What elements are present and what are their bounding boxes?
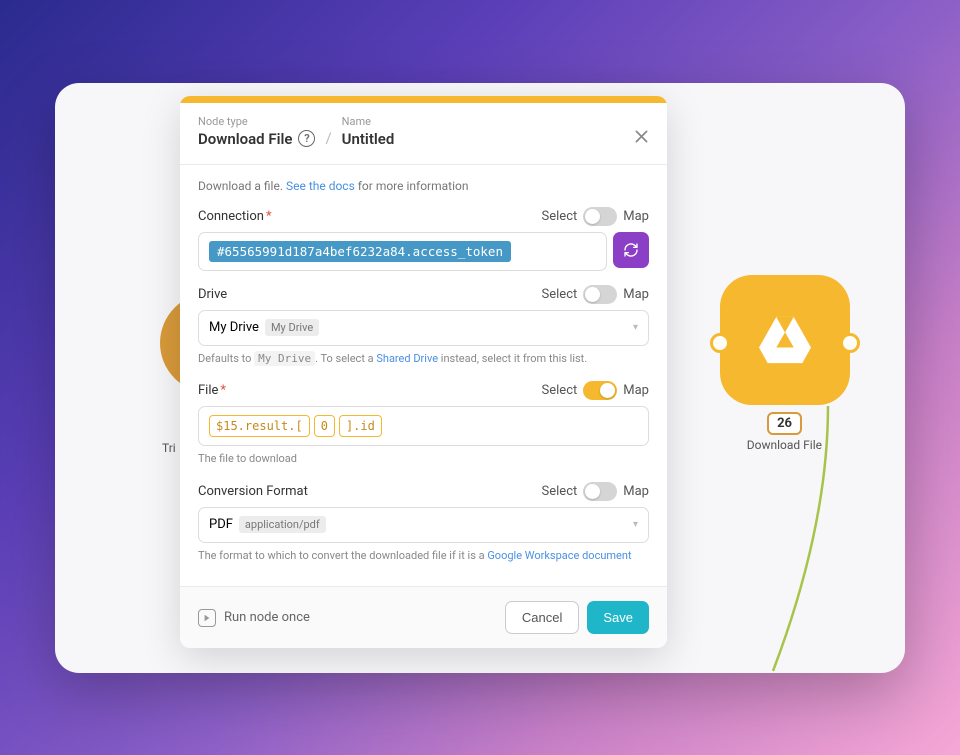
chevron-down-icon: ▾	[633, 519, 638, 530]
file-help: The file to download	[198, 451, 649, 468]
close-button[interactable]	[629, 125, 653, 149]
format-value: PDF	[209, 517, 233, 532]
dialog-body: Download a file. See the docs for more i…	[180, 165, 667, 587]
chevron-down-icon: ▾	[633, 322, 638, 333]
node-type-value: Download File	[198, 130, 292, 148]
format-map-label: Map	[623, 484, 649, 499]
google-drive-icon	[756, 314, 814, 366]
drive-toggle[interactable]	[583, 285, 617, 304]
refresh-connection-button[interactable]	[613, 232, 649, 268]
connection-label: Connection	[198, 209, 264, 224]
play-icon	[198, 609, 216, 627]
drive-value: My Drive	[209, 320, 259, 335]
file-label: File	[198, 383, 218, 398]
connection-field: Connection* Select Map #65565991d187a4be…	[198, 207, 649, 271]
breadcrumb-separator: /	[325, 129, 331, 147]
drive-field: Drive Select Map My Drive My Drive ▾ De	[198, 285, 649, 368]
node-name-value[interactable]: Untitled	[342, 130, 395, 148]
drive-select[interactable]: My Drive My Drive ▾	[198, 310, 649, 346]
drive-map-label: Map	[623, 287, 649, 302]
file-token-2[interactable]: ].id	[339, 415, 382, 437]
trigger-node-label: Tri	[162, 441, 176, 455]
format-select-label: Select	[542, 484, 578, 499]
connection-map-label: Map	[623, 209, 649, 224]
file-toggle[interactable]	[583, 381, 617, 400]
connection-select-label: Select	[542, 209, 578, 224]
save-button[interactable]: Save	[587, 601, 649, 634]
file-map-label: Map	[623, 383, 649, 398]
drive-help: Defaults to My Drive. To select a Shared…	[198, 351, 649, 368]
run-node-once-button[interactable]: Run node once	[198, 609, 310, 627]
drive-badge: My Drive	[265, 319, 319, 336]
file-token-1[interactable]: 0	[314, 415, 335, 437]
workspace-doc-link[interactable]: Google Workspace document	[487, 549, 631, 562]
connection-token[interactable]: #65565991d187a4bef6232a84.access_token	[209, 241, 511, 262]
cancel-button[interactable]: Cancel	[505, 601, 579, 634]
node-type-label: Node type	[198, 115, 315, 128]
file-field: File* Select Map $15.result.[ 0 ].id The…	[198, 381, 649, 468]
file-token-0[interactable]: $15.result.[	[209, 415, 310, 437]
file-select-label: Select	[542, 383, 578, 398]
help-icon[interactable]: ?	[298, 130, 315, 147]
dialog-accent-bar	[180, 96, 667, 103]
format-help: The format to which to convert the downl…	[198, 548, 649, 565]
format-field: Conversion Format Select Map PDF applica…	[198, 482, 649, 565]
doc-description: Download a file. See the docs for more i…	[198, 179, 649, 193]
connection-toggle[interactable]	[583, 207, 617, 226]
dialog-header: Node type Download File ? / Name Untitle…	[180, 103, 667, 165]
format-toggle[interactable]	[583, 482, 617, 501]
dialog-footer: Run node once Cancel Save	[180, 586, 667, 648]
node-config-dialog: Node type Download File ? / Name Untitle…	[180, 96, 667, 649]
node-label: Download File	[747, 438, 822, 452]
docs-link[interactable]: See the docs	[286, 179, 355, 193]
download-file-node[interactable]	[720, 275, 850, 405]
workflow-canvas[interactable]: Tri 26 Download File Node type Download	[55, 83, 905, 673]
format-badge: application/pdf	[239, 516, 326, 533]
drive-select-label: Select	[542, 287, 578, 302]
name-label: Name	[342, 115, 395, 128]
shared-drive-link[interactable]: Shared Drive	[376, 352, 438, 365]
file-input[interactable]: $15.result.[ 0 ].id	[198, 406, 649, 446]
drive-label: Drive	[198, 287, 227, 302]
node-badge: 26	[767, 412, 802, 435]
format-select[interactable]: PDF application/pdf ▾	[198, 507, 649, 543]
connection-input[interactable]: #65565991d187a4bef6232a84.access_token	[198, 232, 607, 271]
format-label: Conversion Format	[198, 484, 308, 499]
